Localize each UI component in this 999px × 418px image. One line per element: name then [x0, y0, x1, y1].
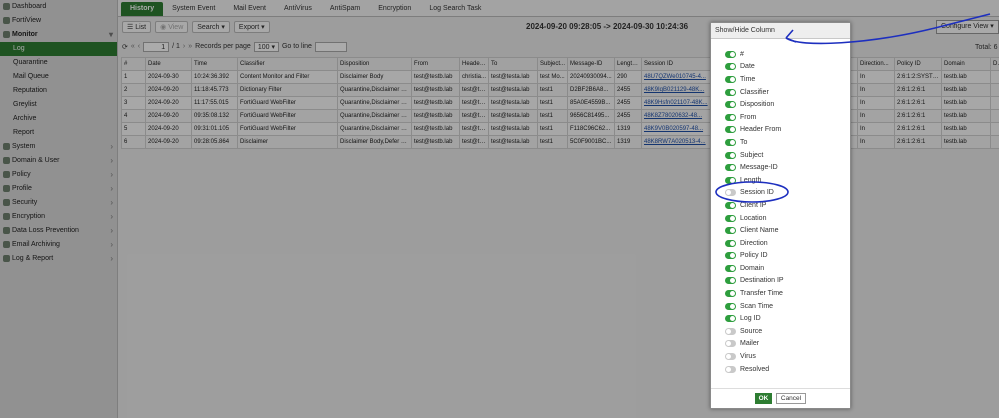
toggle-switch[interactable] [725, 264, 736, 272]
column-toggle-item: Mailer [725, 338, 847, 351]
column-toggle-label: To [740, 138, 748, 146]
column-toggle-label: Message-ID [740, 164, 778, 172]
column-toggle-label: Mailer [740, 340, 760, 348]
toggle-switch[interactable] [725, 214, 736, 222]
column-toggle-label: Client IP [740, 201, 767, 209]
column-toggle-item: Log ID [725, 312, 847, 325]
column-toggle-label: Session ID [740, 189, 774, 197]
column-toggle-item: Client IP [725, 199, 847, 212]
column-toggle-item: Domain [725, 262, 847, 275]
ok-button[interactable]: OK [755, 393, 772, 404]
column-toggle-item: Resolved [725, 363, 847, 376]
column-toggle-label: Date [740, 63, 755, 71]
toggle-switch[interactable] [725, 88, 736, 96]
column-toggle-item: Location [725, 212, 847, 225]
column-toggle-label: Client Name [740, 227, 779, 235]
column-toggle-item: Disposition [725, 98, 847, 111]
toggle-switch[interactable] [725, 315, 736, 323]
toggle-switch[interactable] [725, 201, 736, 209]
toggle-switch[interactable] [725, 353, 736, 361]
column-toggle-item: Session ID [725, 187, 847, 200]
toggle-switch[interactable] [725, 302, 736, 310]
column-toggle-item: Classifier [725, 86, 847, 99]
column-toggle-label: Source [740, 327, 763, 335]
toggle-switch[interactable] [725, 252, 736, 260]
column-toggle-list: # Date Time Classifier Disposition From Header… [725, 48, 847, 375]
toggle-switch[interactable] [725, 63, 736, 71]
column-toggle-label: Subject [740, 151, 764, 159]
column-toggle-label: Classifier [740, 88, 769, 96]
column-toggle-label: Domain [740, 264, 765, 272]
column-toggle-item: Date [725, 61, 847, 74]
toggle-switch[interactable] [725, 50, 736, 58]
column-toggle-label: Log ID [740, 315, 761, 323]
column-toggle-label: Disposition [740, 101, 775, 109]
column-toggle-label: Resolved [740, 365, 770, 373]
show-hide-column-dialog: Show/Hide Column # Date Time Classifier Disp… [710, 22, 851, 409]
toggle-switch[interactable] [725, 138, 736, 146]
toggle-switch[interactable] [725, 176, 736, 184]
dialog-footer: OK Cancel [711, 388, 850, 408]
column-toggle-label: Direction [740, 239, 768, 247]
column-toggle-item: Message-ID [725, 161, 847, 174]
column-toggle-label: Virus [740, 353, 756, 361]
column-toggle-item: Virus [725, 350, 847, 363]
column-toggle-item: To [725, 136, 847, 149]
toggle-switch[interactable] [725, 239, 736, 247]
column-toggle-label: From [740, 113, 757, 121]
toggle-switch[interactable] [725, 365, 736, 373]
column-toggle-item: Header From [725, 124, 847, 137]
toggle-switch[interactable] [725, 151, 736, 159]
column-toggle-item: # [725, 48, 847, 61]
column-toggle-item: Subject [725, 149, 847, 162]
toggle-switch[interactable] [725, 340, 736, 348]
column-toggle-label: Destination IP [740, 277, 784, 285]
column-toggle-item: Scan Time [725, 300, 847, 313]
toggle-switch[interactable] [725, 101, 736, 109]
toggle-switch[interactable] [725, 113, 736, 121]
column-toggle-label: Header From [740, 126, 782, 134]
toggle-switch[interactable] [725, 290, 736, 298]
column-toggle-label: Policy ID [740, 252, 768, 260]
column-toggle-label: Time [740, 75, 756, 83]
column-toggle-label: Length [740, 176, 762, 184]
column-toggle-item: Transfer Time [725, 287, 847, 300]
toggle-switch[interactable] [725, 189, 736, 197]
toggle-switch[interactable] [725, 227, 736, 235]
column-toggle-label: Scan Time [740, 302, 774, 310]
toggle-switch[interactable] [725, 164, 736, 172]
column-toggle-label: Location [740, 214, 767, 222]
cancel-button[interactable]: Cancel [776, 393, 806, 404]
dialog-title: Show/Hide Column [711, 23, 850, 39]
column-toggle-item: Direction [725, 237, 847, 250]
column-toggle-item: Time [725, 73, 847, 86]
column-toggle-item: From [725, 111, 847, 124]
column-toggle-item: Client Name [725, 224, 847, 237]
column-toggle-item: Policy ID [725, 250, 847, 263]
toggle-switch[interactable] [725, 126, 736, 134]
column-toggle-item: Length [725, 174, 847, 187]
column-toggle-label: Transfer Time [740, 290, 783, 298]
toggle-switch[interactable] [725, 277, 736, 285]
column-toggle-label: # [740, 50, 744, 58]
column-toggle-item: Destination IP [725, 275, 847, 288]
column-toggle-item: Source [725, 325, 847, 338]
toggle-switch[interactable] [725, 75, 736, 83]
toggle-switch[interactable] [725, 327, 736, 335]
